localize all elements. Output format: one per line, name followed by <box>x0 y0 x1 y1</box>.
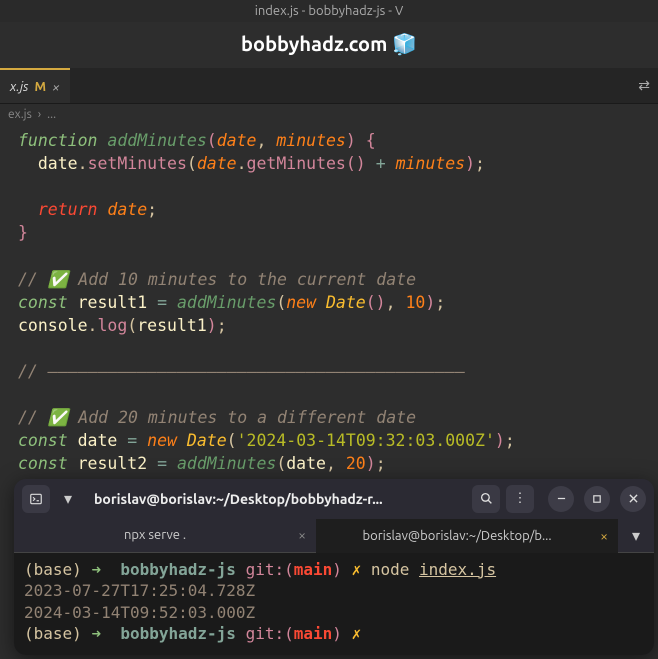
terminal-icon <box>29 492 43 506</box>
maximize-icon <box>593 495 601 503</box>
tab-dropdown-button[interactable]: ▾ <box>618 519 654 553</box>
window-title: index.js - bobbyhadz-js - V <box>0 0 658 22</box>
box-icon: 🧊 <box>392 32 417 55</box>
window-controls <box>548 486 646 512</box>
new-tab-button[interactable] <box>22 485 50 513</box>
terminal-tab-shell[interactable]: borislav@borislav:~/Desktop/b... × <box>316 519 618 553</box>
tab-index-js[interactable]: x.js M × <box>0 68 70 103</box>
terminal-header: ▾ borislav@borislav:~/Desktop/bobbyhadz-… <box>14 479 654 519</box>
url-bar: bobbyhadz.com 🧊 <box>0 22 658 68</box>
search-icon <box>480 492 493 505</box>
close-icon[interactable]: × <box>600 528 608 544</box>
code-editor[interactable]: function addMinutes(date, minutes) { dat… <box>0 125 658 503</box>
maximize-button[interactable] <box>584 486 610 512</box>
breadcrumb-dots: ... <box>47 108 56 121</box>
breadcrumb-file: ex.js <box>8 108 32 121</box>
close-icon[interactable]: × <box>52 79 60 95</box>
minimize-icon <box>557 494 566 503</box>
minimize-button[interactable] <box>548 486 574 512</box>
breadcrumb[interactable]: ex.js › ... <box>0 104 658 125</box>
chevron-down-icon: ▾ <box>632 526 640 545</box>
terminal-window: ▾ borislav@borislav:~/Desktop/bobbyhadz-… <box>14 479 654 655</box>
close-icon <box>629 494 638 503</box>
git-compare-icon[interactable]: ⇄ <box>638 77 650 94</box>
editor-tabs: x.js M × ⇄ <box>0 68 658 104</box>
terminal-tab-label: borislav@borislav:~/Desktop/b... <box>326 529 588 543</box>
kebab-icon: ⋮ <box>514 491 527 506</box>
search-button[interactable] <box>472 485 500 513</box>
terminal-body[interactable]: (base) ➜ bobbyhadz-js git:(main) ✗ node … <box>14 553 654 655</box>
close-icon[interactable]: × <box>298 527 306 543</box>
chevron-right-icon: › <box>38 108 41 121</box>
terminal-tab-label: npx serve . <box>24 528 286 542</box>
modified-indicator: M <box>34 80 46 94</box>
terminal-title: borislav@borislav:~/Desktop/bobbyhadz-r.… <box>86 491 466 507</box>
chevron-down-icon[interactable]: ▾ <box>56 489 80 508</box>
terminal-tabs: npx serve . × borislav@borislav:~/Deskto… <box>14 519 654 553</box>
menu-button[interactable]: ⋮ <box>506 485 534 513</box>
tab-label: x.js <box>10 80 28 94</box>
terminal-tab-serve[interactable]: npx serve . × <box>14 519 316 553</box>
url-text: bobbyhadz.com <box>241 32 392 55</box>
close-button[interactable] <box>620 486 646 512</box>
